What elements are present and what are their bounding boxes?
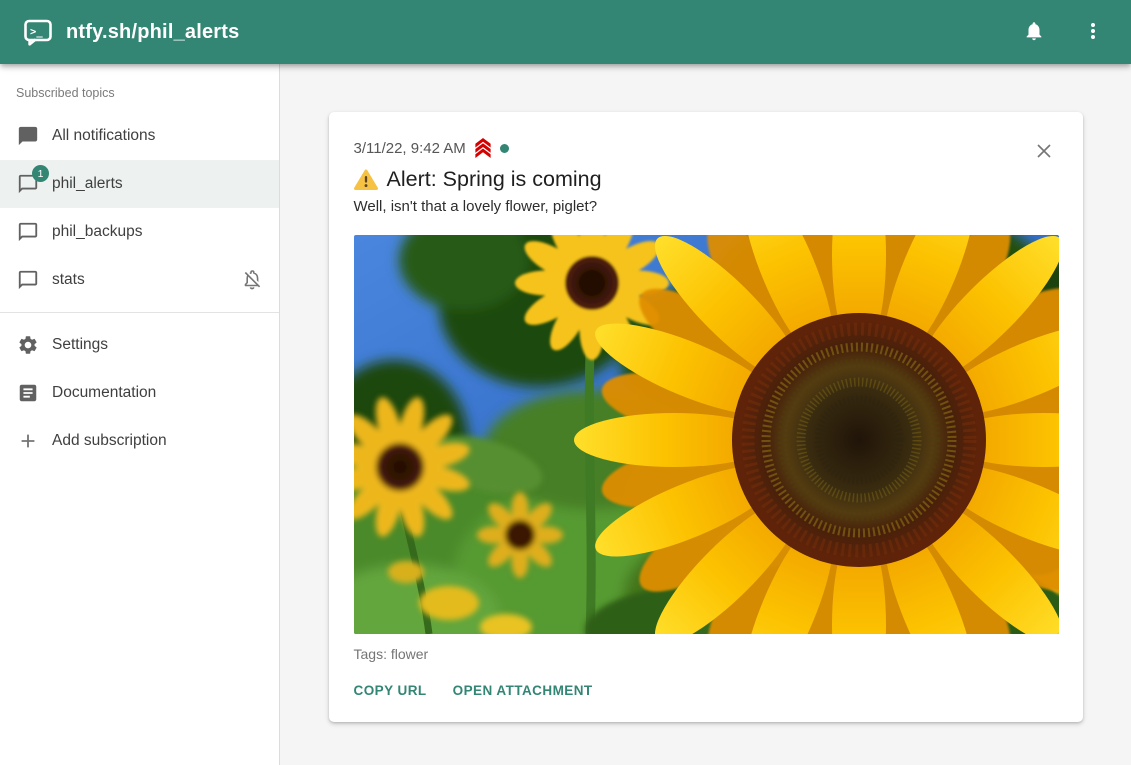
sidebar-item-settings[interactable]: Settings	[0, 321, 279, 369]
sidebar-item-label: Documentation	[52, 384, 156, 402]
sidebar-item-phil-alerts[interactable]: 1 phil_alerts	[0, 160, 279, 208]
notification-timestamp: 3/11/22, 9:42 AM	[354, 140, 466, 157]
sidebar-item-label: All notifications	[52, 127, 155, 145]
notifications-list: 3/11/22, 9:42 AM	[280, 64, 1131, 765]
notifications-muted-icon	[241, 269, 263, 291]
sidebar-item-label: phil_backups	[52, 223, 142, 241]
sidebar: Subscribed topics All notifications 1 ph…	[0, 64, 280, 765]
sidebar-item-label: Settings	[52, 336, 108, 354]
notification-title: Alert: Spring is coming	[387, 167, 602, 192]
svg-text:>_: >_	[30, 26, 43, 38]
sidebar-item-add-subscription[interactable]: Add subscription	[0, 417, 279, 465]
chat-bubble-filled-icon	[16, 124, 40, 148]
ntfy-logo-icon: >_	[24, 19, 52, 46]
plus-icon	[16, 429, 40, 453]
unread-count-badge: 1	[32, 165, 49, 182]
page-title: ntfy.sh/phil_alerts	[66, 21, 1019, 44]
overflow-menu-button[interactable]	[1079, 17, 1107, 48]
sidebar-item-label: Add subscription	[52, 432, 167, 450]
notification-message: Well, isn't that a lovely flower, piglet…	[354, 198, 1058, 215]
copy-url-button[interactable]: COPY URL	[354, 683, 427, 698]
subscribed-topics-label: Subscribed topics	[0, 70, 279, 112]
priority-high-icon	[473, 138, 493, 158]
sidebar-item-documentation[interactable]: Documentation	[0, 369, 279, 417]
attachment-image[interactable]	[354, 235, 1059, 634]
bell-icon	[1023, 20, 1045, 45]
open-attachment-button[interactable]: OPEN ATTACHMENT	[453, 683, 593, 698]
sidebar-divider	[0, 312, 279, 313]
chat-bubble-outline-icon	[16, 268, 40, 292]
close-icon	[1034, 149, 1054, 164]
delete-notification-button[interactable]	[1032, 139, 1056, 166]
tags-label: Tags: flower	[354, 646, 1058, 662]
chat-bubble-outline-icon	[16, 220, 40, 244]
sidebar-item-all-notifications[interactable]: All notifications	[0, 112, 279, 160]
unread-dot-icon	[500, 144, 509, 153]
notification-card: 3/11/22, 9:42 AM	[329, 112, 1083, 722]
gear-icon	[16, 333, 40, 357]
sidebar-item-label: stats	[52, 271, 85, 289]
sidebar-item-phil-backups[interactable]: phil_backups	[0, 208, 279, 256]
notifications-bell-button[interactable]	[1019, 16, 1049, 49]
app-bar: >_ ntfy.sh/phil_alerts	[0, 0, 1131, 64]
article-icon	[16, 381, 40, 405]
sidebar-item-stats[interactable]: stats	[0, 256, 279, 304]
sidebar-item-label: phil_alerts	[52, 175, 123, 193]
kebab-menu-icon	[1083, 21, 1103, 44]
chat-bubble-outline-icon: 1	[16, 172, 40, 196]
warning-emoji-icon	[354, 169, 378, 191]
